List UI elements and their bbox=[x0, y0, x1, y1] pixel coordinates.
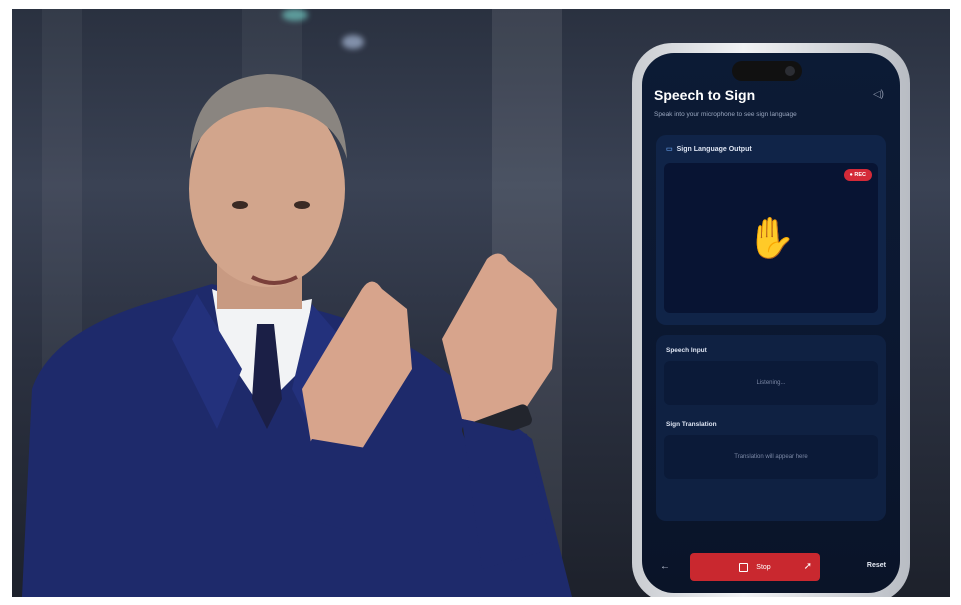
presenter-figure bbox=[22, 74, 572, 597]
speech-input-status: Listening... bbox=[756, 380, 786, 386]
sign-output-label: Sign Language Output bbox=[676, 146, 752, 153]
stop-button-label: Stop bbox=[756, 563, 771, 571]
app-subtitle: Speak into your microphone to see sign l… bbox=[654, 111, 797, 118]
video-frame: Speech to Sign ◁) Speak into your microp… bbox=[12, 9, 950, 597]
front-camera-icon bbox=[785, 66, 795, 76]
sign-output-header: ▭ Sign Language Output bbox=[666, 145, 752, 153]
back-arrow-icon[interactable]: ← bbox=[660, 561, 670, 572]
speech-input-field: Listening... bbox=[664, 361, 878, 405]
dynamic-island bbox=[732, 61, 802, 81]
phone-mockup: Speech to Sign ◁) Speak into your microp… bbox=[632, 43, 910, 597]
sign-translation-placeholder: Translation will appear here bbox=[734, 454, 808, 460]
rec-badge: ● REC bbox=[843, 169, 872, 181]
input-card: Speech Input Listening... Sign Translati… bbox=[656, 335, 886, 521]
phone-screen: Speech to Sign ◁) Speak into your microp… bbox=[642, 53, 900, 593]
volume-icon[interactable]: ◁) bbox=[873, 89, 884, 100]
stop-button[interactable]: Stop ➚ bbox=[690, 553, 820, 581]
stop-square-icon bbox=[739, 562, 749, 572]
sign-output-card: ▭ Sign Language Output ● REC ✋ bbox=[656, 135, 886, 325]
raised-hand-icon: ✋ bbox=[746, 216, 796, 261]
sign-translation-field: Translation will appear here bbox=[664, 435, 878, 479]
speech-input-label: Speech Input bbox=[666, 347, 707, 354]
bottom-controls: ← Stop ➚ Reset bbox=[642, 547, 900, 593]
cursor-icon: ➚ bbox=[803, 561, 812, 572]
app-title: Speech to Sign bbox=[654, 87, 756, 103]
sign-translation-label: Sign Translation bbox=[666, 421, 717, 428]
sign-video-area: ● REC ✋ bbox=[664, 163, 878, 313]
camera-icon: ▭ bbox=[666, 146, 673, 153]
reset-button[interactable]: Reset bbox=[867, 562, 886, 569]
